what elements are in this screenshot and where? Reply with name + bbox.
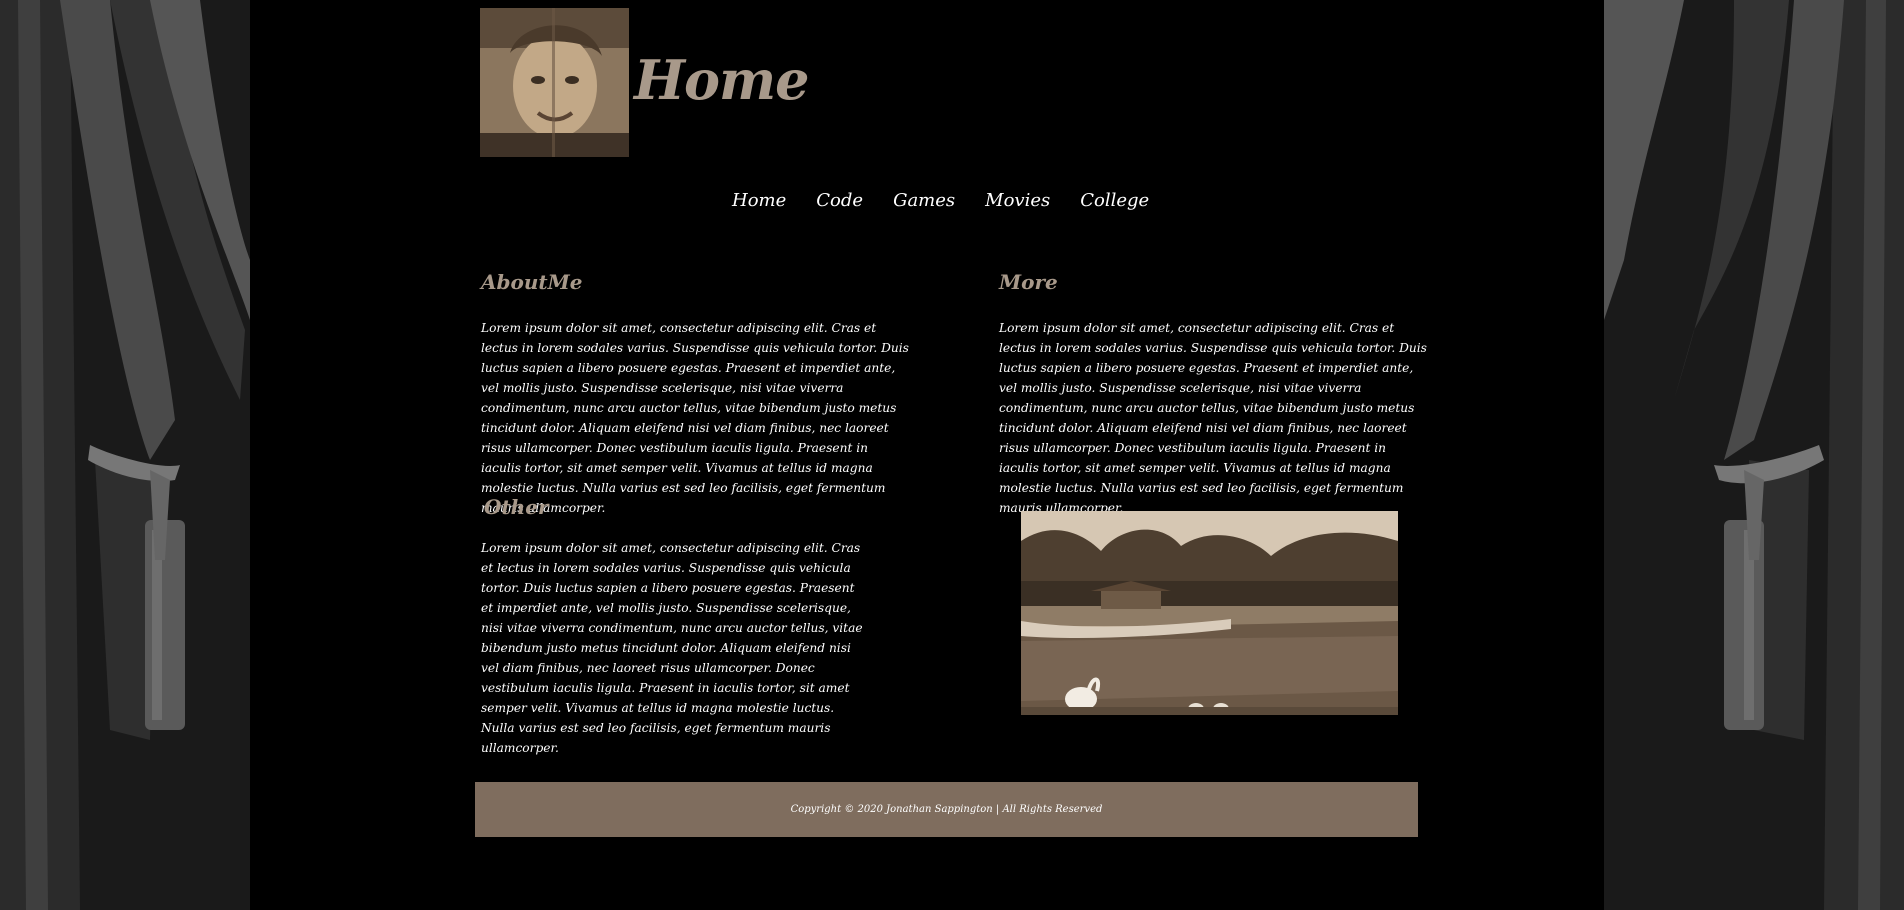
about-heading: AboutMe	[481, 270, 583, 294]
page-title: Home	[634, 48, 810, 112]
other-text: Lorem ipsum dolor sit amet, consectetur …	[481, 541, 863, 755]
other-heading: Other	[484, 495, 549, 519]
nav-item-code[interactable]: Code	[816, 190, 863, 211]
copyright-text: Copyright © 2020 Jonathan Sappington | A…	[790, 804, 1103, 815]
site-footer: Copyright © 2020 Jonathan Sappington | A…	[475, 782, 1418, 837]
left-curtain	[0, 0, 250, 910]
more-heading: More	[999, 270, 1058, 294]
right-curtain	[1604, 0, 1904, 910]
nav-item-home[interactable]: Home	[732, 190, 786, 211]
more-text: Lorem ipsum dolor sit amet, consectetur …	[999, 321, 1427, 515]
main-nav: Home Code Games Movies College	[732, 190, 1179, 211]
nav-item-college[interactable]: College	[1080, 190, 1149, 211]
avatar	[480, 8, 629, 157]
nav-item-games[interactable]: Games	[893, 190, 955, 211]
nav-item-movies[interactable]: Movies	[985, 190, 1050, 211]
about-text: Lorem ipsum dolor sit amet, consectetur …	[481, 321, 909, 515]
park-photo	[1021, 511, 1398, 715]
